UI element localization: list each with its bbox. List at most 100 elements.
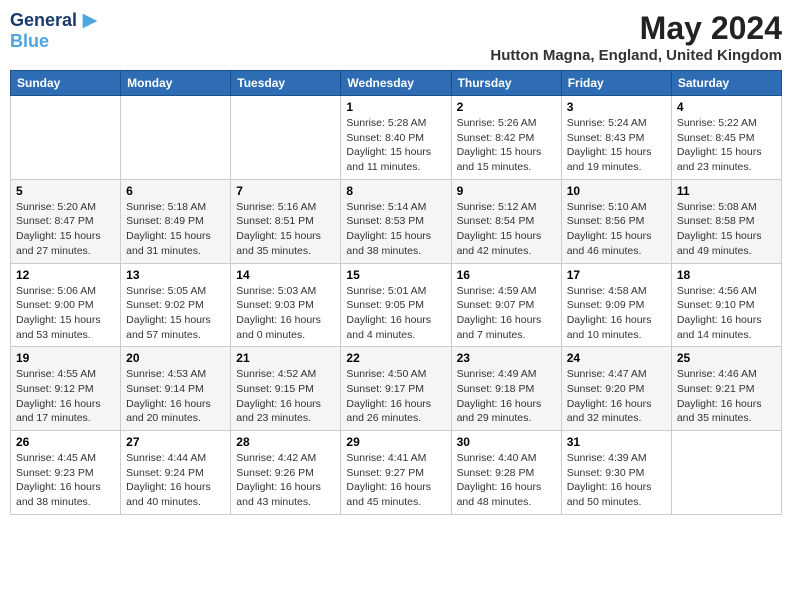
day-number: 19 (16, 351, 115, 365)
day-number: 2 (457, 100, 556, 114)
logo-text-blue: Blue (10, 32, 101, 52)
calendar-cell (231, 96, 341, 180)
day-info: Sunrise: 5:10 AM Sunset: 8:56 PM Dayligh… (567, 200, 666, 259)
day-number: 21 (236, 351, 335, 365)
calendar-cell: 4 Sunrise: 5:22 AM Sunset: 8:45 PM Daylig… (671, 96, 781, 180)
calendar-cell: 9 Sunrise: 5:12 AM Sunset: 8:54 PM Daylig… (451, 179, 561, 263)
column-header-monday: Monday (121, 71, 231, 96)
day-info: Sunrise: 4:42 AM Sunset: 9:26 PM Dayligh… (236, 451, 335, 510)
day-number: 23 (457, 351, 556, 365)
calendar-cell: 3 Sunrise: 5:24 AM Sunset: 8:43 PM Daylig… (561, 96, 671, 180)
calendar-cell: 6Sunrise: 5:18 AM Sunset: 8:49 PM Daylig… (121, 179, 231, 263)
day-number: 4 (677, 100, 776, 114)
day-number: 18 (677, 268, 776, 282)
day-info: Sunrise: 4:39 AM Sunset: 9:30 PM Dayligh… (567, 451, 666, 510)
calendar-table: SundayMondayTuesdayWednesdayThursdayFrid… (10, 70, 782, 515)
column-header-thursday: Thursday (451, 71, 561, 96)
calendar-cell: 25 Sunrise: 4:46 AM Sunset: 9:21 PM Dayli… (671, 347, 781, 431)
day-info: Sunrise: 4:50 AM Sunset: 9:17 PM Dayligh… (346, 367, 445, 426)
calendar-cell: 26 Sunrise: 4:45 AM Sunset: 9:23 PM Dayli… (11, 431, 121, 515)
column-header-wednesday: Wednesday (341, 71, 451, 96)
day-number: 28 (236, 435, 335, 449)
day-info: Sunrise: 5:12 AM Sunset: 8:54 PM Dayligh… (457, 200, 556, 259)
calendar-week-row: 12 Sunrise: 5:06 AM Sunset: 9:00 PM Dayli… (11, 263, 782, 347)
calendar-cell: 16 Sunrise: 4:59 AM Sunset: 9:07 PM Dayli… (451, 263, 561, 347)
day-info: Sunrise: 4:52 AM Sunset: 9:15 PM Dayligh… (236, 367, 335, 426)
column-header-saturday: Saturday (671, 71, 781, 96)
day-number: 22 (346, 351, 445, 365)
logo-icon (79, 10, 101, 32)
calendar-week-row: 26 Sunrise: 4:45 AM Sunset: 9:23 PM Dayli… (11, 431, 782, 515)
day-info: Sunrise: 4:56 AM Sunset: 9:10 PM Dayligh… (677, 284, 776, 343)
calendar-cell: 12 Sunrise: 5:06 AM Sunset: 9:00 PM Dayli… (11, 263, 121, 347)
column-header-friday: Friday (561, 71, 671, 96)
month-title: May 2024 (490, 10, 782, 47)
day-info: Sunrise: 5:28 AM Sunset: 8:40 PM Dayligh… (346, 116, 445, 175)
day-number: 17 (567, 268, 666, 282)
column-header-tuesday: Tuesday (231, 71, 341, 96)
day-number: 10 (567, 184, 666, 198)
calendar-cell: 2Sunrise: 5:26 AM Sunset: 8:42 PM Daylig… (451, 96, 561, 180)
day-info: Sunrise: 4:53 AM Sunset: 9:14 PM Dayligh… (126, 367, 225, 426)
page-header: General Blue May 2024 Hutton Magna, Engl… (10, 10, 782, 64)
calendar-week-row: 5 Sunrise: 5:20 AM Sunset: 8:47 PM Daylig… (11, 179, 782, 263)
day-info: Sunrise: 5:24 AM Sunset: 8:43 PM Dayligh… (567, 116, 666, 175)
day-info: Sunrise: 4:44 AM Sunset: 9:24 PM Dayligh… (126, 451, 225, 510)
day-number: 26 (16, 435, 115, 449)
day-number: 29 (346, 435, 445, 449)
calendar-cell: 8 Sunrise: 5:14 AM Sunset: 8:53 PM Daylig… (341, 179, 451, 263)
day-info: Sunrise: 5:01 AM Sunset: 9:05 PM Dayligh… (346, 284, 445, 343)
calendar-cell: 10 Sunrise: 5:10 AM Sunset: 8:56 PM Dayli… (561, 179, 671, 263)
column-header-sunday: Sunday (11, 71, 121, 96)
day-info: Sunrise: 4:49 AM Sunset: 9:18 PM Dayligh… (457, 367, 556, 426)
day-number: 3 (567, 100, 666, 114)
calendar-week-row: 1Sunrise: 5:28 AM Sunset: 8:40 PM Daylig… (11, 96, 782, 180)
day-info: Sunrise: 4:47 AM Sunset: 9:20 PM Dayligh… (567, 367, 666, 426)
calendar-cell: 31 Sunrise: 4:39 AM Sunset: 9:30 PM Dayli… (561, 431, 671, 515)
day-number: 5 (16, 184, 115, 198)
calendar-cell: 24Sunrise: 4:47 AM Sunset: 9:20 PM Dayli… (561, 347, 671, 431)
day-info: Sunrise: 4:58 AM Sunset: 9:09 PM Dayligh… (567, 284, 666, 343)
calendar-cell: 18 Sunrise: 4:56 AM Sunset: 9:10 PM Dayli… (671, 263, 781, 347)
day-number: 12 (16, 268, 115, 282)
calendar-header-row: SundayMondayTuesdayWednesdayThursdayFrid… (11, 71, 782, 96)
day-number: 13 (126, 268, 225, 282)
calendar-cell (121, 96, 231, 180)
calendar-cell: 22 Sunrise: 4:50 AM Sunset: 9:17 PM Dayli… (341, 347, 451, 431)
day-number: 16 (457, 268, 556, 282)
logo: General Blue (10, 10, 101, 52)
day-number: 8 (346, 184, 445, 198)
day-info: Sunrise: 5:03 AM Sunset: 9:03 PM Dayligh… (236, 284, 335, 343)
calendar-cell: 13Sunrise: 5:05 AM Sunset: 9:02 PM Dayli… (121, 263, 231, 347)
day-info: Sunrise: 5:20 AM Sunset: 8:47 PM Dayligh… (16, 200, 115, 259)
day-info: Sunrise: 4:46 AM Sunset: 9:21 PM Dayligh… (677, 367, 776, 426)
day-number: 7 (236, 184, 335, 198)
day-info: Sunrise: 4:45 AM Sunset: 9:23 PM Dayligh… (16, 451, 115, 510)
location: Hutton Magna, England, United Kingdom (490, 47, 782, 64)
day-info: Sunrise: 5:08 AM Sunset: 8:58 PM Dayligh… (677, 200, 776, 259)
day-info: Sunrise: 5:22 AM Sunset: 8:45 PM Dayligh… (677, 116, 776, 175)
day-number: 11 (677, 184, 776, 198)
calendar-cell: 7 Sunrise: 5:16 AM Sunset: 8:51 PM Daylig… (231, 179, 341, 263)
calendar-cell: 28 Sunrise: 4:42 AM Sunset: 9:26 PM Dayli… (231, 431, 341, 515)
day-info: Sunrise: 4:59 AM Sunset: 9:07 PM Dayligh… (457, 284, 556, 343)
day-info: Sunrise: 5:16 AM Sunset: 8:51 PM Dayligh… (236, 200, 335, 259)
calendar-week-row: 19Sunrise: 4:55 AM Sunset: 9:12 PM Dayli… (11, 347, 782, 431)
day-number: 30 (457, 435, 556, 449)
calendar-cell: 11 Sunrise: 5:08 AM Sunset: 8:58 PM Dayli… (671, 179, 781, 263)
calendar-cell: 17 Sunrise: 4:58 AM Sunset: 9:09 PM Dayli… (561, 263, 671, 347)
day-info: Sunrise: 5:18 AM Sunset: 8:49 PM Dayligh… (126, 200, 225, 259)
day-number: 25 (677, 351, 776, 365)
day-info: Sunrise: 5:06 AM Sunset: 9:00 PM Dayligh… (16, 284, 115, 343)
day-number: 20 (126, 351, 225, 365)
title-block: May 2024 Hutton Magna, England, United K… (490, 10, 782, 64)
day-number: 9 (457, 184, 556, 198)
calendar-cell (11, 96, 121, 180)
day-number: 31 (567, 435, 666, 449)
calendar-cell: 21 Sunrise: 4:52 AM Sunset: 9:15 PM Dayli… (231, 347, 341, 431)
calendar-cell: 5 Sunrise: 5:20 AM Sunset: 8:47 PM Daylig… (11, 179, 121, 263)
calendar-cell: 23 Sunrise: 4:49 AM Sunset: 9:18 PM Dayli… (451, 347, 561, 431)
calendar-cell: 1Sunrise: 5:28 AM Sunset: 8:40 PM Daylig… (341, 96, 451, 180)
calendar-cell: 29Sunrise: 4:41 AM Sunset: 9:27 PM Dayli… (341, 431, 451, 515)
day-info: Sunrise: 5:14 AM Sunset: 8:53 PM Dayligh… (346, 200, 445, 259)
